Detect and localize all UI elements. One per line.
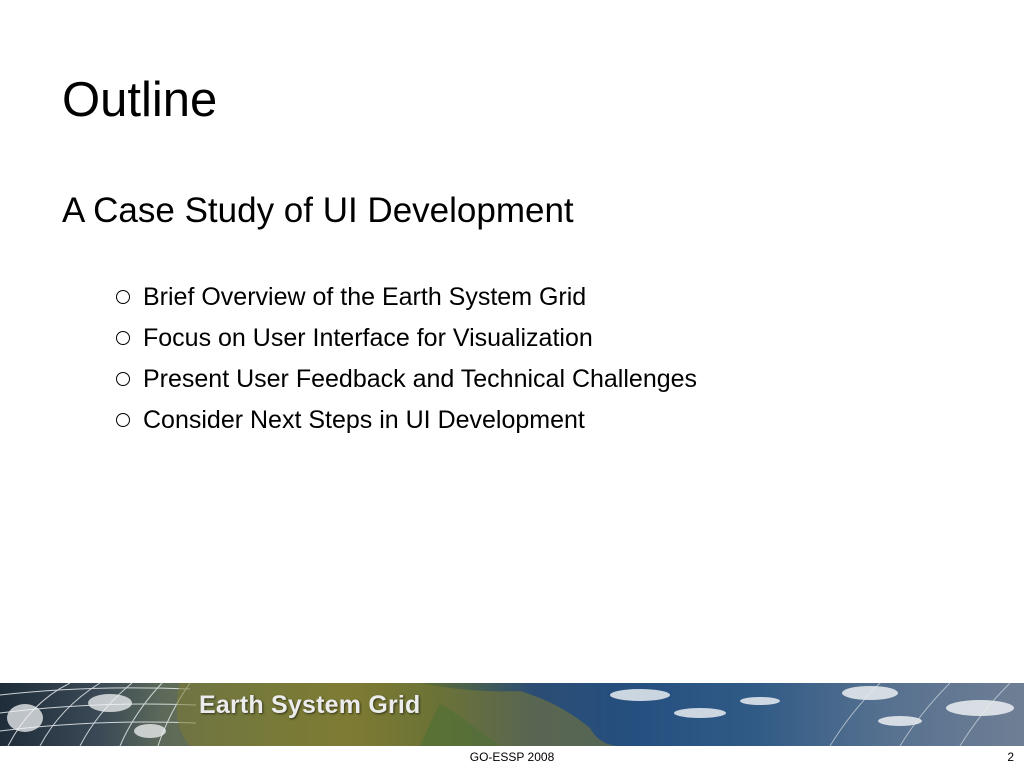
slide-title: Outline <box>62 73 218 127</box>
bullet-item: Present User Feedback and Technical Chal… <box>116 358 697 399</box>
bullet-list: Brief Overview of the Earth System Grid … <box>116 276 697 440</box>
earth-system-grid-logo: Earth System Grid <box>199 691 421 719</box>
bullet-item: Focus on User Interface for Visualizatio… <box>116 317 697 358</box>
hollow-circle-bullet-icon <box>116 412 130 427</box>
footer-event-label: GO-ESSP 2008 <box>469 750 555 764</box>
slide-subtitle: A Case Study of UI Development <box>62 191 574 230</box>
earth-system-grid-banner: Earth System Grid <box>0 683 1024 746</box>
bullet-text: Consider Next Steps in UI Development <box>143 405 585 434</box>
hollow-circle-bullet-icon <box>116 289 130 304</box>
bullet-text: Present User Feedback and Technical Chal… <box>143 364 698 393</box>
bullet-item: Consider Next Steps in UI Development <box>116 399 697 440</box>
hollow-circle-bullet-icon <box>116 371 130 386</box>
bullet-text: Focus on User Interface for Visualizatio… <box>143 323 593 352</box>
bullet-item: Brief Overview of the Earth System Grid <box>116 276 697 317</box>
bullet-text: Brief Overview of the Earth System Grid <box>143 282 587 311</box>
slide-number: 2 <box>1007 750 1014 764</box>
hollow-circle-bullet-icon <box>116 330 130 345</box>
satellite-earth-image <box>0 683 1014 746</box>
